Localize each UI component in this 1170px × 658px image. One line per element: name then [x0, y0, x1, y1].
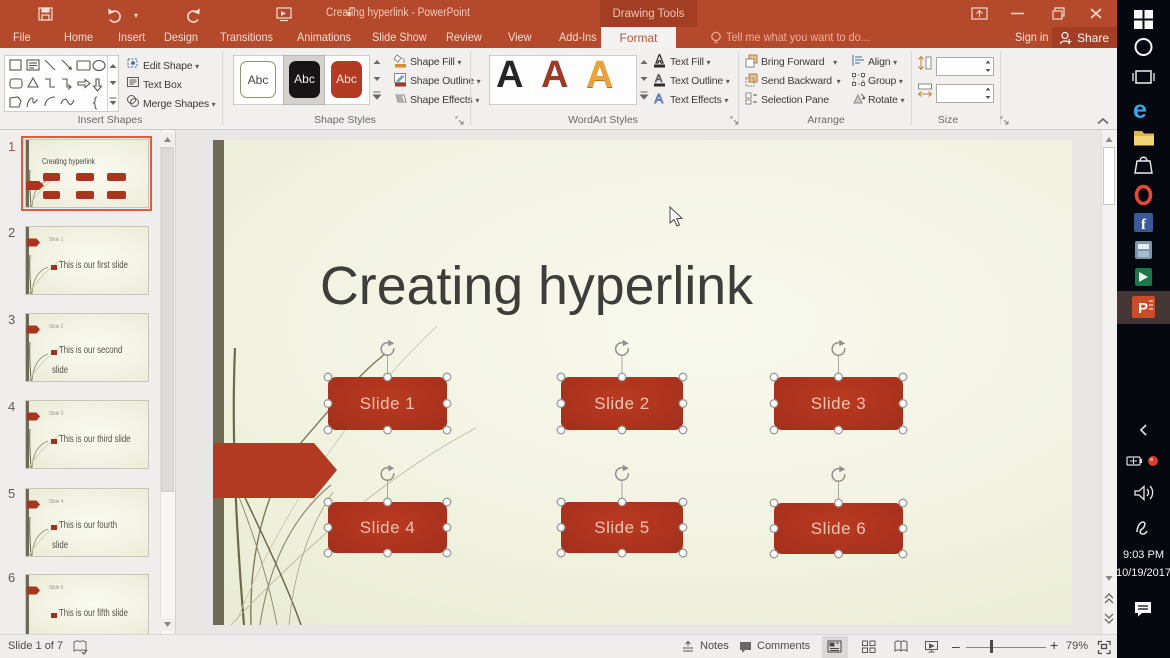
svg-text:A: A — [655, 91, 664, 106]
svg-text:A: A — [655, 73, 663, 85]
svg-text:9:03 PM: 9:03 PM — [1123, 549, 1164, 561]
svg-text:▾: ▾ — [134, 11, 138, 20]
svg-text:P: P — [1138, 300, 1148, 317]
svg-text:10/19/2017: 10/19/2017 — [1117, 567, 1170, 579]
svg-text:e: e — [1133, 96, 1147, 124]
